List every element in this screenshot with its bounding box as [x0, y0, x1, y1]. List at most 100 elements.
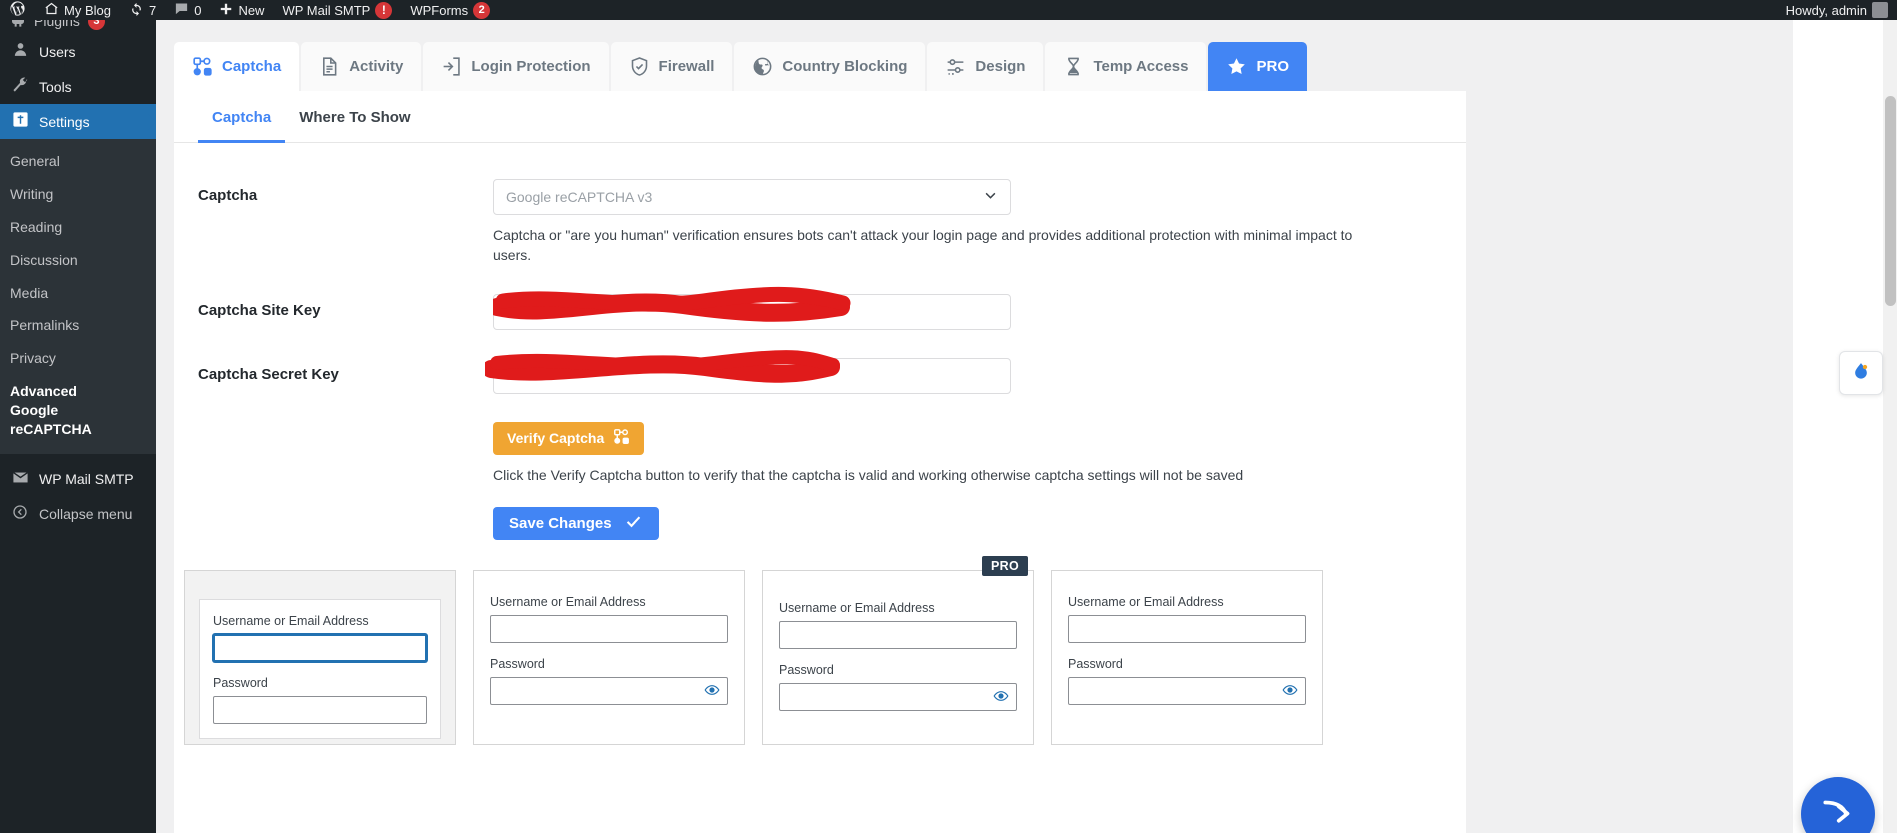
preview-username-input[interactable] — [490, 614, 728, 643]
collapse-menu-label: Collapse menu — [39, 506, 133, 523]
tab-login-protection[interactable]: Login Protection — [423, 42, 609, 91]
settings-subtabs: Captcha Where To Show — [174, 91, 1466, 143]
adminbar-comments[interactable]: 0 — [165, 0, 210, 20]
tab-design[interactable]: Design — [927, 42, 1044, 91]
sidebar-item-wp-mail-smtp[interactable]: WP Mail SMTP — [0, 462, 156, 497]
captcha-site-key-row: Captcha Site Key — [198, 286, 1442, 330]
sidebar-item-settings[interactable]: Settings — [0, 104, 156, 139]
hourglass-icon — [1063, 56, 1084, 77]
login-preview-card[interactable]: Username or Email Address Password — [473, 569, 745, 745]
tab-activity[interactable]: Activity — [301, 42, 422, 91]
adminbar-wp-mail-smtp-label: WP Mail SMTP — [282, 2, 371, 18]
submenu-item-writing[interactable]: Writing — [0, 178, 156, 211]
submenu-item-advanced-google-recaptcha[interactable]: Advanced Google reCAPTCHA — [0, 375, 120, 446]
adminbar-wpforms[interactable]: WPForms 2 — [401, 0, 499, 20]
captcha-nodes-icon — [192, 56, 213, 77]
login-form-previews: Username or Email Address Password Usern… — [174, 554, 1466, 745]
sidebar-item-wp-mail-smtp-label: WP Mail SMTP — [39, 471, 134, 488]
preview-password-input[interactable] — [490, 676, 728, 705]
plugin-icon — [10, 20, 26, 31]
document-icon — [319, 56, 340, 77]
tab-country-blocking[interactable]: Country Blocking — [734, 42, 926, 91]
eye-icon[interactable] — [993, 688, 1009, 706]
share-arrow-icon — [1819, 793, 1857, 833]
submenu-item-general[interactable]: General — [0, 145, 156, 178]
captcha-secret-key-field — [485, 349, 1442, 394]
sidebar-divider — [0, 454, 156, 462]
adminbar-wp-logo[interactable] — [0, 0, 35, 20]
captcha-secret-key-row: Captcha Secret Key — [198, 349, 1442, 394]
tab-country-blocking-label: Country Blocking — [782, 58, 908, 75]
tab-firewall[interactable]: Firewall — [610, 42, 733, 91]
preview-password-label: Password — [779, 662, 834, 677]
submenu-item-permalinks[interactable]: Permalinks — [0, 309, 156, 342]
subtab-captcha[interactable]: Captcha — [198, 91, 286, 143]
eye-icon[interactable] — [1282, 682, 1298, 700]
login-door-icon — [441, 56, 462, 77]
tab-pro-label: PRO — [1256, 58, 1289, 75]
right-edge-background — [1793, 20, 1883, 833]
adminbar-wp-mail-smtp[interactable]: WP Mail SMTP ! — [273, 0, 401, 20]
captcha-type-hint: Captcha or "are you human" verification … — [493, 227, 1353, 264]
preview-password-input[interactable] — [779, 682, 1017, 711]
preview-password-input[interactable] — [1068, 676, 1306, 705]
captcha-nodes-icon — [613, 428, 630, 448]
login-preview-card[interactable]: PRO Username or Email Address Password — [762, 555, 1034, 745]
verify-captcha-button-label: Verify Captcha — [507, 430, 605, 447]
sidebar-item-tools[interactable]: Tools — [0, 69, 156, 104]
sliders-icon — [945, 56, 966, 77]
captcha-type-selected-value: Google reCAPTCHA v3 — [506, 189, 653, 205]
submenu-item-discussion[interactable]: Discussion — [0, 244, 156, 277]
tab-captcha[interactable]: Captcha — [174, 42, 300, 91]
login-preview-card[interactable]: Username or Email Address Password — [184, 569, 456, 745]
settings-panel: Captcha Where To Show Captcha Google reC… — [174, 91, 1466, 833]
preview-username-input[interactable] — [213, 633, 427, 662]
plugins-count-badge: 3 — [87, 20, 105, 30]
collapse-menu-button[interactable]: Collapse menu — [0, 497, 156, 532]
captcha-type-select[interactable]: Google reCAPTCHA v3 — [493, 179, 1011, 215]
preview-password-input[interactable] — [213, 695, 427, 724]
verify-captcha-button[interactable]: Verify Captcha — [493, 421, 645, 455]
tab-temp-access-label: Temp Access — [1093, 58, 1189, 75]
preview-username-input[interactable] — [779, 620, 1017, 649]
settings-submenu: General Writing Reading Discussion Media… — [0, 139, 156, 454]
captcha-site-key-input[interactable] — [493, 293, 1011, 330]
login-preview-card[interactable]: Username or Email Address Password — [1051, 569, 1323, 745]
pro-badge: PRO — [982, 555, 1028, 576]
sidebar-item-users[interactable]: Users — [0, 34, 156, 69]
sidebar-item-tools-label: Tools — [39, 78, 72, 95]
login-preview-inner: Username or Email Address Password — [199, 598, 441, 739]
floating-drop-widget[interactable] — [1839, 351, 1883, 395]
eye-icon[interactable] — [704, 682, 720, 700]
tab-pro[interactable]: PRO — [1208, 42, 1307, 91]
save-changes-button[interactable]: Save Changes — [493, 506, 659, 540]
main-content: Captcha Activity Login Protection Firewa… — [156, 20, 1897, 833]
captcha-secret-key-input[interactable] — [493, 357, 1011, 394]
adminbar-new-label: New — [238, 2, 265, 18]
adminbar-updates[interactable]: 7 — [120, 0, 165, 20]
tab-temp-access[interactable]: Temp Access — [1045, 42, 1207, 91]
sidebar-item-plugins[interactable]: Plugins 3 — [0, 20, 156, 34]
submenu-item-media[interactable]: Media — [0, 277, 156, 310]
subtab-captcha-label: Captcha — [212, 109, 272, 126]
submenu-item-reading[interactable]: Reading — [0, 211, 156, 244]
tab-firewall-label: Firewall — [658, 58, 715, 75]
screen: My Blog 7 0 New WP Mail SMTP ! WPForms 2… — [0, 0, 1897, 833]
save-changes-spacer — [198, 507, 493, 515]
subtab-where-to-show[interactable]: Where To Show — [285, 91, 424, 143]
adminbar-my-account[interactable]: Howdy, admin — [1777, 0, 1897, 20]
shield-check-icon — [629, 56, 650, 77]
adminbar-site-name[interactable]: My Blog — [35, 0, 120, 20]
submenu-item-privacy[interactable]: Privacy — [0, 342, 156, 375]
verify-captcha-row: Verify Captcha Click the Verify Captcha … — [198, 421, 1442, 485]
save-changes-row: Save Changes — [198, 506, 1442, 540]
adminbar-new[interactable]: New — [210, 0, 273, 20]
subtab-where-to-show-label: Where To Show — [299, 109, 411, 126]
preview-username-input[interactable] — [1068, 614, 1306, 643]
page-scrollbar-thumb[interactable] — [1885, 96, 1896, 306]
water-drop-icon — [1851, 361, 1871, 386]
verify-captcha-hint: Click the Verify Captcha button to verif… — [493, 466, 1244, 483]
check-icon — [624, 512, 643, 535]
wpforms-count-badge: 2 — [473, 1, 491, 19]
collapse-icon — [10, 504, 30, 524]
